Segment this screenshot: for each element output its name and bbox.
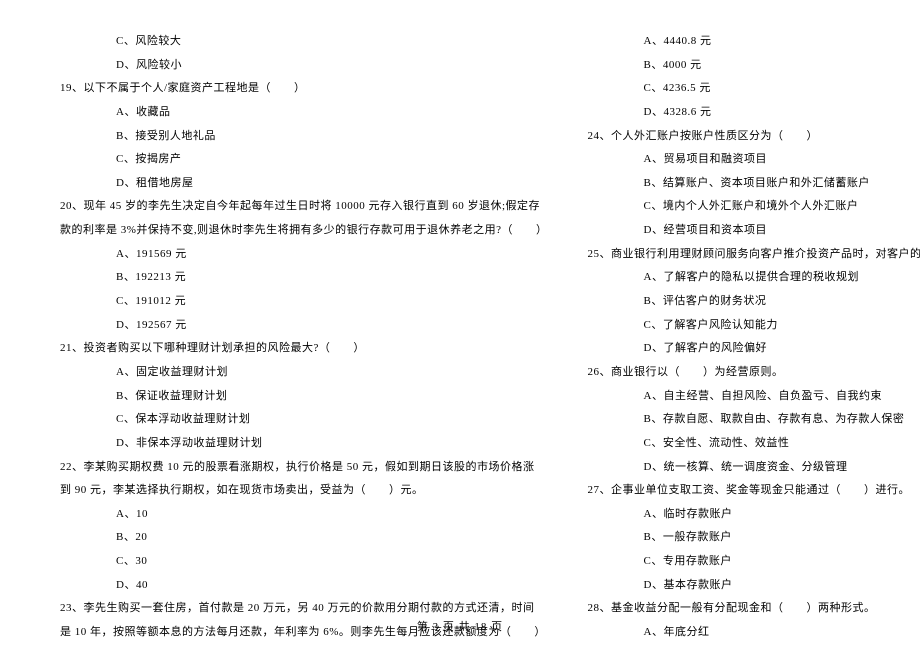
document-content: C、风险较大D、风险较小19、以下不属于个人/家庭资产工程地是（ ）A、收藏品B… [60, 30, 860, 645]
text-line: 到 90 元，李某选择执行期权，如在现货市场卖出，受益为（ ）元。 [60, 479, 548, 503]
text-line: A、贸易项目和融资项目 [588, 148, 920, 172]
left-column: C、风险较大D、风险较小19、以下不属于个人/家庭资产工程地是（ ）A、收藏品B… [60, 30, 548, 645]
text-line: D、基本存款账户 [588, 574, 920, 598]
text-line: A、自主经营、自担风险、自负盈亏、自我约束 [588, 385, 920, 409]
text-line: D、非保本浮动收益理财计划 [60, 432, 548, 456]
text-line: 19、以下不属于个人/家庭资产工程地是（ ） [60, 77, 548, 101]
text-line: D、经营项目和资本项目 [588, 219, 920, 243]
text-line: A、收藏品 [60, 101, 548, 125]
text-line: B、接受别人地礼品 [60, 125, 548, 149]
text-line: C、191012 元 [60, 290, 548, 314]
text-line: A、了解客户的隐私以提供合理的税收规划 [588, 266, 920, 290]
text-line: C、按揭房产 [60, 148, 548, 172]
text-line: 20、现年 45 岁的李先生决定自今年起每年过生日时将 10000 元存入银行直… [60, 195, 548, 219]
text-line: C、4236.5 元 [588, 77, 920, 101]
page-footer: 第 3 页 共 18 页 [0, 618, 920, 634]
text-line: A、10 [60, 503, 548, 527]
text-line: D、了解客户的风险偏好 [588, 337, 920, 361]
text-line: D、统一核算、统一调度资金、分级管理 [588, 456, 920, 480]
text-line: A、4440.8 元 [588, 30, 920, 54]
text-line: 24、个人外汇账户按账户性质区分为（ ） [588, 125, 920, 149]
text-line: C、保本浮动收益理财计划 [60, 408, 548, 432]
text-line: D、租借地房屋 [60, 172, 548, 196]
text-line: B、4000 元 [588, 54, 920, 78]
text-line: 22、李某购买期权费 10 元的股票看涨期权，执行价格是 50 元，假如到期日该… [60, 456, 548, 480]
text-line: C、风险较大 [60, 30, 548, 54]
text-line: C、安全性、流动性、效益性 [588, 432, 920, 456]
text-line: B、一般存款账户 [588, 526, 920, 550]
text-line: C、境内个人外汇账户和境外个人外汇账户 [588, 195, 920, 219]
right-column: A、4440.8 元B、4000 元C、4236.5 元D、4328.6 元24… [588, 30, 920, 645]
text-line: 款的利率是 3%并保持不变,则退休时李先生将拥有多少的银行存款可用于退休养老之用… [60, 219, 548, 243]
text-line: B、保证收益理财计划 [60, 385, 548, 409]
text-line: C、30 [60, 550, 548, 574]
text-line: B、结算账户、资本项目账户和外汇储蓄账户 [588, 172, 920, 196]
text-line: 27、企事业单位支取工资、奖金等现金只能通过（ ）进行。 [588, 479, 920, 503]
text-line: B、192213 元 [60, 266, 548, 290]
text-line: A、191569 元 [60, 243, 548, 267]
text-line: B、评估客户的财务状况 [588, 290, 920, 314]
text-line: D、4328.6 元 [588, 101, 920, 125]
text-line: D、风险较小 [60, 54, 548, 78]
text-line: C、专用存款账户 [588, 550, 920, 574]
text-line: C、了解客户风险认知能力 [588, 314, 920, 338]
text-line: B、20 [60, 526, 548, 550]
text-line: 25、商业银行利用理财顾问服务向客户推介投资产品时，对客户的了解内容不包括（ ） [588, 243, 920, 267]
text-line: A、固定收益理财计划 [60, 361, 548, 385]
text-line: 21、投资者购买以下哪种理财计划承担的风险最大?（ ） [60, 337, 548, 361]
text-line: 26、商业银行以（ ）为经营原则。 [588, 361, 920, 385]
text-line: D、192567 元 [60, 314, 548, 338]
text-line: A、临时存款账户 [588, 503, 920, 527]
text-line: B、存款自愿、取款自由、存款有息、为存款人保密 [588, 408, 920, 432]
text-line: D、40 [60, 574, 548, 598]
